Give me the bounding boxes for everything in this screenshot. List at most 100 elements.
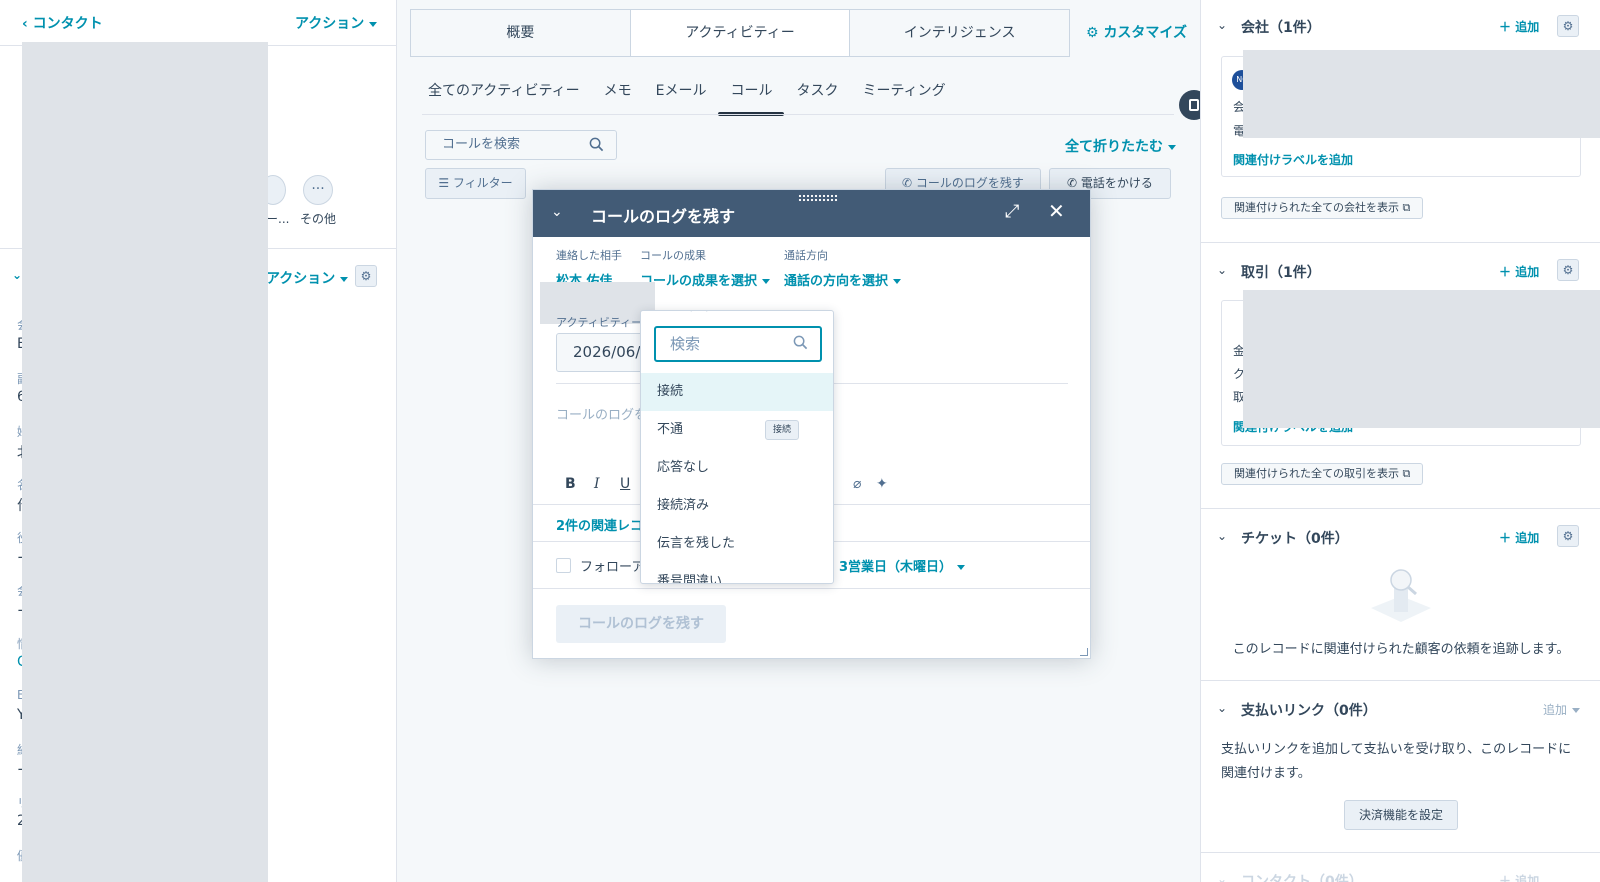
chevron-down-icon[interactable]: ⌄ xyxy=(1217,18,1227,32)
caret-down-icon xyxy=(340,276,349,282)
payment-description: 支払いリンクを追加して支払いを受け取り、このレコードに関連付けます。 xyxy=(1221,742,1572,781)
caret-down-icon xyxy=(1168,144,1176,150)
direction-label: 通話方向 xyxy=(784,249,828,262)
log-call-submit-button[interactable]: コールのログを残す xyxy=(556,605,726,643)
direction-select[interactable]: 通話の方向を選択 xyxy=(784,270,902,289)
deal-section-title[interactable]: 取引（1件） xyxy=(1241,262,1321,282)
view-all-companies-button[interactable]: 関連付けられた全ての会社を表示 ⧉ xyxy=(1221,197,1424,219)
chevron-down-icon[interactable]: ⌄ xyxy=(1217,263,1227,277)
subtab-tasks[interactable]: タスク xyxy=(784,80,850,102)
external-link-icon: ⧉ xyxy=(1399,201,1411,214)
caret-down-icon xyxy=(957,565,966,570)
dropdown-pointer xyxy=(690,311,708,320)
followup-checkbox[interactable] xyxy=(556,558,571,573)
call-notes-editor[interactable]: コールのログを xyxy=(556,404,647,423)
filter-button[interactable]: ☰ フィルター xyxy=(425,168,526,199)
redacted-area xyxy=(1243,290,1600,428)
back-to-contacts-link[interactable]: ‹ コンタクト xyxy=(22,13,103,33)
add-company-button[interactable]: ＋ 追加 xyxy=(1499,18,1539,35)
redacted-area xyxy=(22,42,268,882)
modal-header[interactable]: ⌄ コールのログを残す ⤢ ✕ xyxy=(533,190,1090,237)
outcome-option[interactable]: 不通 xyxy=(641,411,833,449)
expand-icon[interactable]: ⤢ xyxy=(1005,201,1019,222)
bold-button[interactable]: B xyxy=(565,476,576,492)
view-all-deals-button[interactable]: 関連付けられた全ての取引を表示 ⧉ xyxy=(1221,463,1424,485)
chevron-down-icon[interactable]: ⌄ xyxy=(1217,529,1227,543)
outcome-option[interactable]: 応答なし xyxy=(641,449,833,487)
outcome-option[interactable]: 接続 xyxy=(641,373,833,411)
more-actions-button[interactable]: ··· xyxy=(303,175,333,205)
outcome-label: コールの成果 xyxy=(640,249,706,262)
search-icon xyxy=(793,335,808,350)
chevron-down-icon[interactable]: ⌄ xyxy=(551,204,563,220)
caret-down-icon xyxy=(893,279,902,284)
outcome-option[interactable]: 伝言を残した xyxy=(641,525,833,563)
redacted-area xyxy=(1243,50,1600,138)
company-section-title[interactable]: 会社（1件） xyxy=(1241,17,1321,37)
subtab-notes[interactable]: メモ xyxy=(592,80,644,102)
gear-icon[interactable]: ⚙ xyxy=(1557,15,1579,37)
contacted-label: 連絡した相手 xyxy=(556,249,622,262)
search-icon xyxy=(589,137,604,152)
modal-title: コールのログを残す xyxy=(591,207,736,226)
setup-payments-button[interactable]: 決済機能を設定 xyxy=(1344,800,1458,830)
right-sidebar: ⌄ 会社（1件） ＋ 追加 ⚙ NC 会 電 関連付けラベルを追加 関連付けられ… xyxy=(1200,0,1600,882)
about-actions-dropdown[interactable]: アクション xyxy=(266,268,349,288)
gear-icon[interactable]: ⚙ xyxy=(1557,259,1579,281)
add-association-label-link[interactable]: 関連付けラベルを追加 xyxy=(1233,151,1353,168)
sparkle-icon[interactable]: ✦ xyxy=(876,476,888,492)
outcome-options: 接続 不通 応答なし 接続済み 伝言を残した 番号間違い xyxy=(641,373,833,583)
divider xyxy=(1201,680,1600,681)
sliders-icon: ☰ xyxy=(438,176,453,190)
attachment-icon[interactable]: ⌀ xyxy=(853,476,861,492)
left-sidebar: ‹ コンタクト アクション ー... ··· その他 アクション ⚙ ⌄ 会 E… xyxy=(0,0,397,882)
close-icon[interactable]: ✕ xyxy=(1048,199,1065,223)
outcome-option[interactable]: 接続済み xyxy=(641,487,833,525)
plus-icon: ＋ xyxy=(1499,531,1516,545)
record-tabs: 概要 アクティビティー インテリジェンス xyxy=(410,9,1070,57)
tab-activity[interactable]: アクティビティー xyxy=(630,10,851,56)
add-deal-button[interactable]: ＋ 追加 xyxy=(1499,263,1539,280)
chevron-down-icon[interactable]: ⌄ xyxy=(1217,872,1227,882)
gear-icon[interactable]: ⚙ xyxy=(355,265,377,287)
meeting-action-label: ー... xyxy=(266,212,290,226)
caret-down-icon xyxy=(762,279,771,284)
activity-subtabs: 全てのアクティビティー メモ Eメール コール タスク ミーティング xyxy=(420,80,958,116)
divider xyxy=(1201,242,1600,243)
outcome-dropdown-menu: 検索 接続 不通 応答なし 接続済み 伝言を残した 番号間違い 接続 xyxy=(640,310,834,584)
subtab-emails[interactable]: Eメール xyxy=(644,80,719,102)
outcome-select[interactable]: コールの成果を選択 xyxy=(640,270,771,289)
collapse-all-dropdown[interactable]: 全て折りたたむ xyxy=(1065,136,1176,156)
plus-icon: ＋ xyxy=(1499,874,1516,882)
chevron-down-icon[interactable]: ⌄ xyxy=(12,268,22,282)
drag-handle-icon[interactable] xyxy=(798,194,838,202)
phone-icon: ✆ xyxy=(1067,176,1081,190)
outcome-search-input[interactable]: 検索 xyxy=(654,326,822,362)
tab-overview[interactable]: 概要 xyxy=(411,10,631,56)
divider xyxy=(533,588,1090,589)
subtab-all-activities[interactable]: 全てのアクティビティー xyxy=(420,80,592,102)
gear-icon[interactable]: ⚙ xyxy=(1557,525,1579,547)
payment-section-title[interactable]: 支払いリンク（0件） xyxy=(1241,700,1377,720)
caret-down-icon xyxy=(369,21,378,27)
due-date-select[interactable]: 3営業日（木曜日） xyxy=(839,556,966,575)
italic-button[interactable]: I xyxy=(594,476,600,492)
ticket-section-title[interactable]: チケット（0件） xyxy=(1241,528,1349,548)
contact-section-title[interactable]: コンタクト（0件） xyxy=(1241,871,1363,882)
underline-button[interactable]: U xyxy=(620,476,630,492)
hover-tooltip: 接続 xyxy=(765,420,800,440)
subtab-meetings[interactable]: ミーティング xyxy=(850,80,957,102)
outcome-option[interactable]: 番号間違い xyxy=(641,563,833,583)
actions-dropdown[interactable]: アクション xyxy=(295,13,378,33)
add-payment-dropdown[interactable]: 追加 xyxy=(1543,701,1581,718)
resize-handle-icon[interactable] xyxy=(1080,648,1088,656)
activity-date-label: アクティビティー日 xyxy=(556,316,654,329)
add-ticket-button[interactable]: ＋ 追加 xyxy=(1499,529,1539,546)
customize-button[interactable]: ⚙ カスタマイズ xyxy=(1086,22,1187,42)
add-contact-button[interactable]: ＋ 追加 xyxy=(1499,872,1539,882)
tab-intelligence[interactable]: インテリジェンス xyxy=(850,10,1069,56)
chevron-down-icon[interactable]: ⌄ xyxy=(1217,701,1227,715)
call-search-input[interactable]: コールを検索 xyxy=(425,130,617,160)
divider xyxy=(1201,508,1600,509)
subtab-calls[interactable]: コール xyxy=(718,80,785,116)
